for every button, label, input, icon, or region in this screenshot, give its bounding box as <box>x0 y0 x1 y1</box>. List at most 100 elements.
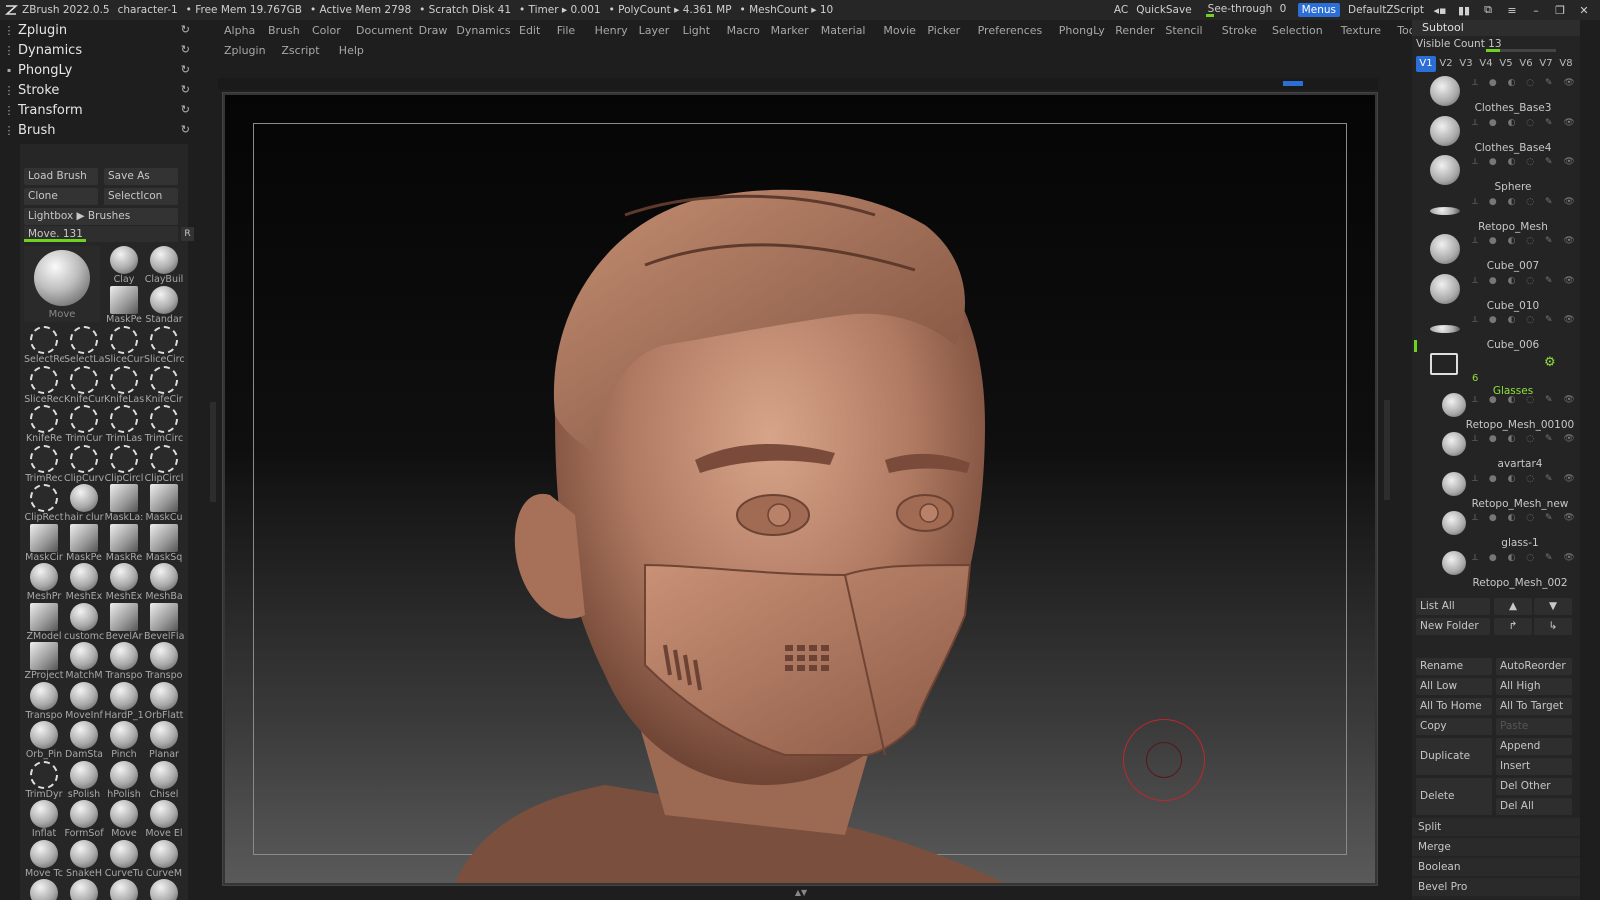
paste-button[interactable]: Paste <box>1496 718 1572 735</box>
version-tab-v7[interactable]: V7 <box>1536 56 1556 72</box>
new-folder-button[interactable]: New Folder <box>1416 618 1490 635</box>
brush-item[interactable]: Pinch <box>104 721 144 761</box>
all-to-home-button[interactable]: All To Home <box>1416 698 1492 715</box>
subtool-toggle-icons[interactable]: ⟂ ● ◐ ◌ ✎ 👁 <box>1472 395 1575 405</box>
menu-document[interactable]: Document <box>356 24 413 37</box>
brush-item[interactable]: BevelFla <box>144 602 184 643</box>
brush-item[interactable]: MaskRe <box>104 523 144 564</box>
brush-item[interactable]: MaskLa: <box>104 484 144 524</box>
subtool-item[interactable]: ⟂ ● ◐ ◌ ✎ 👁 Cube_010 <box>1412 272 1580 312</box>
refresh-icon[interactable]: ↻ <box>181 63 190 76</box>
brush-item[interactable]: CurveTu <box>104 839 144 880</box>
brush-item[interactable]: OrbFlatt <box>144 681 184 722</box>
duplicate-button[interactable]: Duplicate <box>1416 738 1492 775</box>
boolean-section[interactable]: Boolean <box>1412 858 1580 876</box>
refresh-icon[interactable]: ↻ <box>181 103 190 116</box>
brush-item[interactable]: FormSof <box>64 800 104 840</box>
all-low-button[interactable]: All Low <box>1416 678 1492 695</box>
menu-edit[interactable]: Edit <box>519 24 540 37</box>
menu-movie[interactable]: Movie <box>883 24 916 37</box>
menu-dynamics[interactable]: Dynamics <box>456 24 510 37</box>
auto-reorder-button[interactable]: AutoReorder <box>1496 658 1572 675</box>
menu-material[interactable]: Material <box>821 24 866 37</box>
menu-light[interactable]: Light <box>683 24 710 37</box>
current-brush-thumbnail[interactable]: Move <box>24 246 100 322</box>
brush-item[interactable]: customc <box>64 602 104 643</box>
menu-zplugin[interactable]: Zplugin <box>224 44 266 57</box>
brush-item[interactable]: DamSta <box>64 721 104 761</box>
left-menu-dynamics[interactable]: ⋮ Dynamics ↻ <box>0 40 200 60</box>
menu-alpha[interactable]: Alpha <box>224 24 255 37</box>
brush-item[interactable]: MeshBa <box>144 563 184 603</box>
brush-item[interactable]: MaskSq <box>144 523 184 564</box>
subtool-toggle-icons[interactable]: ⟂ ● ◐ ◌ ✎ 👁 <box>1472 157 1575 167</box>
split-section[interactable]: Split <box>1412 818 1580 836</box>
copy-button[interactable]: Copy <box>1416 718 1492 735</box>
version-tab-v1[interactable]: V1 <box>1416 56 1436 72</box>
left-menu-stroke[interactable]: ⋮ Stroke ↻ <box>0 80 200 100</box>
brush-item[interactable]: MeshPr <box>24 563 64 603</box>
subtool-toggle-icons[interactable]: ⟂ ● ◐ ◌ ✎ 👁 <box>1472 197 1575 207</box>
brush-item[interactable]: HardP_1 <box>104 681 144 722</box>
rename-button[interactable]: Rename <box>1416 658 1492 675</box>
brush-item[interactable]: Morph <box>24 879 64 900</box>
version-tab-v8[interactable]: V8 <box>1556 56 1576 72</box>
subtool-item[interactable]: ⟂ ● ◐ ◌ ✎ 👁 Retopo_Mesh_002 <box>1412 549 1580 589</box>
brush-item[interactable]: Planar <box>144 721 184 761</box>
down-right-arrow-icon[interactable]: ↳ <box>1534 618 1572 635</box>
brush-item[interactable]: CurveM <box>144 839 184 880</box>
brush-item[interactable]: SelectLa <box>64 326 104 366</box>
subtool-item[interactable]: ⟂ ● ◐ ◌ ✎ 👁 glass-1 <box>1412 509 1580 549</box>
left-menu-brush[interactable]: ⋮ Brush ↻ <box>0 120 200 140</box>
brush-item[interactable]: SliceCirc <box>144 326 184 366</box>
see-through-slider[interactable]: See-through 0 <box>1205 3 1290 17</box>
menu-marker[interactable]: Marker <box>771 24 809 37</box>
brush-item[interactable]: SnakeH <box>64 839 104 880</box>
layout-arrows-icon[interactable]: ◂▪ <box>1432 4 1448 17</box>
append-button[interactable]: Append <box>1496 738 1572 755</box>
left-tray-handle[interactable] <box>210 402 216 502</box>
gear-icon[interactable]: ⚙ <box>1544 355 1556 370</box>
brush-item[interactable]: ClipCurv <box>64 444 104 485</box>
brush-item[interactable]: MaskPe <box>104 286 144 326</box>
brush-item[interactable]: TrimRec <box>24 444 64 485</box>
menu-henry[interactable]: Henry <box>595 24 628 37</box>
brush-item[interactable]: sPolish <box>64 760 104 801</box>
ac-button[interactable]: AC <box>1114 4 1128 16</box>
menu-render[interactable]: Render <box>1115 24 1154 37</box>
subtool-item[interactable]: ⟂ ● ◐ ◌ ✎ 👁 Retopo_Mesh_00100 <box>1412 391 1580 431</box>
subtool-toggle-icons[interactable]: ⟂ ● ◐ ◌ ✎ 👁 <box>1472 78 1575 88</box>
menu-help[interactable]: Help <box>339 44 364 57</box>
brush-item[interactable]: Inflat <box>24 800 64 840</box>
brush-move-slider[interactable]: Move. 131 R <box>24 226 194 242</box>
refresh-icon[interactable]: ↻ <box>181 43 190 56</box>
brush-item[interactable]: Transpo <box>24 681 64 722</box>
redo-arrow-icon[interactable]: ↱ <box>1494 618 1532 635</box>
document-canvas[interactable] <box>222 92 1378 886</box>
bottom-tray-handle[interactable]: ▲▼ <box>748 888 854 897</box>
menu-zscript[interactable]: Zscript <box>281 44 319 57</box>
move-up-icon[interactable]: ▲ <box>1494 598 1532 615</box>
layout-bars-icon[interactable]: ▮▮ <box>1456 4 1472 17</box>
brush-item[interactable]: MaskCu <box>144 484 184 524</box>
delete-button[interactable]: Delete <box>1416 778 1492 815</box>
refresh-icon[interactable]: ↻ <box>181 123 190 136</box>
menu-texture[interactable]: Texture <box>1341 24 1381 37</box>
menu-phongly[interactable]: PhongLy <box>1059 24 1105 37</box>
subtool-header[interactable]: Subtool <box>1412 20 1580 36</box>
brush-item[interactable]: MatchM <box>64 642 104 682</box>
brush-item[interactable]: hair clur <box>64 484 104 524</box>
reset-r-button[interactable]: R <box>181 227 194 241</box>
menu-color[interactable]: Color <box>312 24 341 37</box>
subtool-toggle-icons[interactable]: ⟂ ● ◐ ◌ ✎ 👁 <box>1472 276 1575 286</box>
menu-brush[interactable]: Brush <box>268 24 300 37</box>
menu-icon[interactable]: ≡ <box>1504 4 1520 17</box>
version-tab-v2[interactable]: V2 <box>1436 56 1456 72</box>
brush-item[interactable]: ClipCircl <box>104 444 144 485</box>
brush-item[interactable]: Smooth <box>104 879 144 900</box>
subtool-item[interactable]: ⟂ ● ◐ ◌ ✎ 👁 Cube_007 <box>1412 232 1580 272</box>
subtool-toggle-icons[interactable]: ⟂ ● ◐ ◌ ✎ 👁 <box>1472 236 1575 246</box>
move-down-icon[interactable]: ▼ <box>1534 598 1572 615</box>
brush-item[interactable]: MeshEx <box>104 563 144 603</box>
brush-item[interactable]: KnifeRe <box>24 405 64 445</box>
